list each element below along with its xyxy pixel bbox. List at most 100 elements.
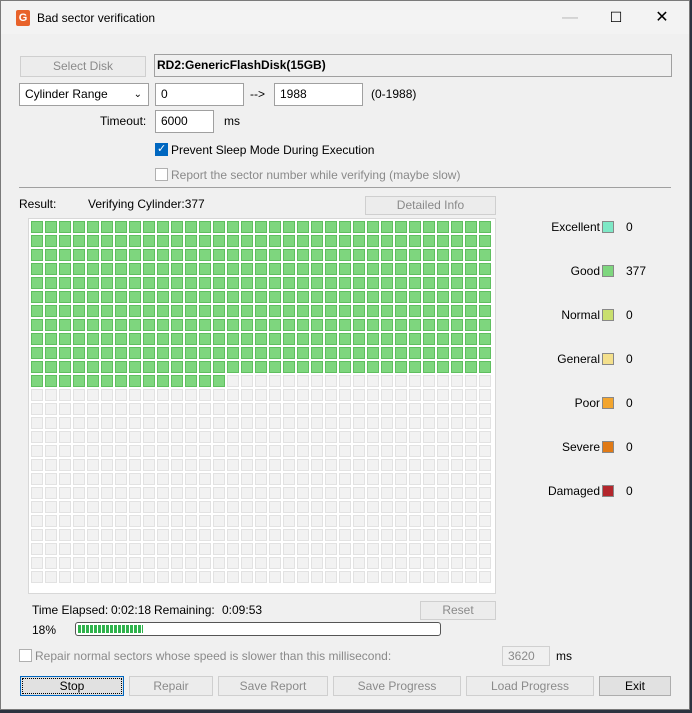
exit-button[interactable]: Exit (599, 676, 671, 696)
sector-cell (255, 459, 267, 471)
sector-cell (255, 571, 267, 583)
sector-cell (353, 529, 365, 541)
sector-cell (297, 347, 309, 359)
sector-cell (199, 529, 211, 541)
sector-cell (339, 557, 351, 569)
sector-cell (227, 221, 239, 233)
sector-cell (255, 361, 267, 373)
sector-cell (157, 277, 169, 289)
sector-cell (409, 501, 421, 513)
sector-cell (311, 319, 323, 331)
sector-cell (241, 487, 253, 499)
sector-cell (241, 445, 253, 457)
sector-cell (353, 375, 365, 387)
sector-cell (437, 487, 449, 499)
sector-cell (157, 501, 169, 513)
report-sector-checkbox[interactable] (155, 168, 168, 181)
reset-button[interactable]: Reset (420, 601, 496, 620)
sector-cell (465, 263, 477, 275)
legend-label: General (557, 352, 600, 366)
sector-cell (115, 557, 127, 569)
sector-cell (45, 403, 57, 415)
timeout-input[interactable]: 6000 (155, 110, 214, 133)
sector-cell (423, 389, 435, 401)
sector-cell (199, 557, 211, 569)
sector-cell (353, 487, 365, 499)
save-progress-button[interactable]: Save Progress (333, 676, 461, 696)
prevent-sleep-checkbox[interactable] (155, 142, 168, 156)
sector-cell (171, 221, 183, 233)
sector-cell (241, 375, 253, 387)
detailed-info-button[interactable]: Detailed Info (365, 196, 496, 215)
sector-cell (143, 277, 155, 289)
sector-cell (171, 389, 183, 401)
sector-cell (381, 389, 393, 401)
repair-button[interactable]: Repair (129, 676, 213, 696)
sector-cell (45, 431, 57, 443)
sector-cell (325, 445, 337, 457)
title-bar: G Bad sector verification — ☐ ✕ (1, 1, 689, 34)
sector-cell (409, 277, 421, 289)
maximize-icon[interactable]: ☐ (593, 1, 639, 34)
range-mode-select[interactable]: Cylinder Range ⌄ (19, 83, 149, 106)
sector-cell (395, 445, 407, 457)
range-start-input[interactable]: 0 (155, 83, 244, 106)
stop-button[interactable]: Stop (20, 676, 124, 696)
sector-cell (45, 305, 57, 317)
sector-cell (73, 571, 85, 583)
close-icon[interactable]: ✕ (639, 1, 685, 34)
save-report-button[interactable]: Save Report (218, 676, 328, 696)
sector-cell (297, 459, 309, 471)
sector-cell (283, 459, 295, 471)
sector-cell (199, 319, 211, 331)
sector-cell (101, 389, 113, 401)
sector-cell (255, 305, 267, 317)
sector-cell (241, 235, 253, 247)
sector-cell (423, 333, 435, 345)
sector-cell (451, 529, 463, 541)
sector-cell (143, 487, 155, 499)
sector-cell (115, 291, 127, 303)
sector-cell (325, 529, 337, 541)
sector-cell (31, 543, 43, 555)
range-end-input[interactable]: 1988 (274, 83, 363, 106)
sector-cell (339, 431, 351, 443)
sector-cell (339, 305, 351, 317)
load-progress-button[interactable]: Load Progress (466, 676, 594, 696)
sector-cell (157, 431, 169, 443)
sector-cell (129, 529, 141, 541)
repair-slow-checkbox[interactable] (19, 649, 32, 662)
sector-cell (297, 473, 309, 485)
sector-cell (143, 571, 155, 583)
sector-cell (381, 249, 393, 261)
sector-cell (101, 375, 113, 387)
sector-cell (171, 305, 183, 317)
sector-cell (325, 375, 337, 387)
sector-cell (171, 501, 183, 513)
sector-cell (87, 305, 99, 317)
sector-cell (325, 417, 337, 429)
sector-cell (283, 347, 295, 359)
result-label: Result: (19, 197, 57, 211)
sector-cell (227, 305, 239, 317)
sector-cell (269, 529, 281, 541)
repair-threshold-input[interactable]: 3620 (502, 646, 550, 666)
legend-swatch (602, 309, 614, 321)
sector-cell (325, 459, 337, 471)
sector-cell (269, 445, 281, 457)
select-disk-button[interactable]: Select Disk (20, 56, 146, 77)
sector-cell (325, 571, 337, 583)
sector-cell (101, 487, 113, 499)
sector-cell (59, 459, 71, 471)
legend-count: 0 (626, 352, 633, 366)
minimize-icon[interactable]: — (547, 1, 593, 34)
sector-cell (31, 403, 43, 415)
sector-cell (115, 249, 127, 261)
sector-cell (297, 389, 309, 401)
sector-cell (115, 333, 127, 345)
sector-cell (185, 501, 197, 513)
sector-cell (199, 543, 211, 555)
sector-cell (451, 571, 463, 583)
sector-cell (143, 235, 155, 247)
sector-cell (283, 249, 295, 261)
